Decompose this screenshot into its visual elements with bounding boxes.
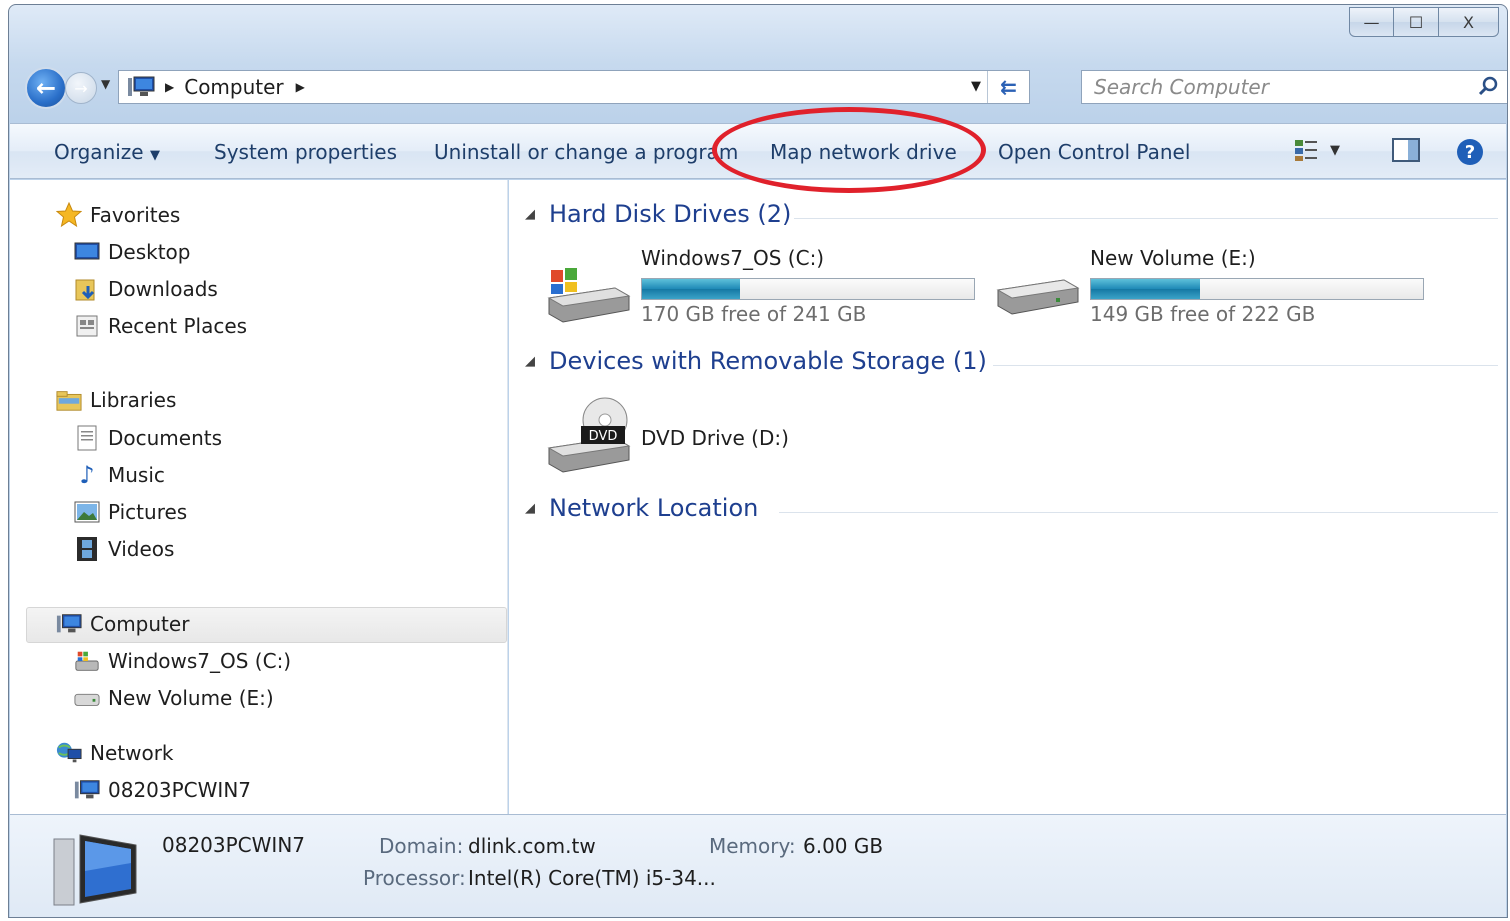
dvd-drive-icon: DVD: [547, 397, 631, 473]
dvd-badge: DVD: [589, 429, 618, 444]
chevron-down-icon: ▼: [1330, 142, 1340, 158]
collapse-triangle-icon: ◢: [525, 500, 535, 516]
sidebar-item-libraries[interactable]: Libraries: [56, 387, 176, 413]
breadcrumb-computer[interactable]: Computer: [184, 75, 283, 99]
computer-icon: [74, 777, 100, 803]
address-bar[interactable]: ▶ Computer ▶ ▼ ⇇: [118, 70, 1030, 104]
domain-label: Domain:: [379, 834, 464, 858]
group-header-network[interactable]: ◢ Network Location: [525, 494, 758, 522]
forward-button[interactable]: →: [65, 72, 97, 104]
memory-label: Memory:: [709, 834, 796, 858]
sidebar-item-network-pc[interactable]: 08203PCWIN7: [74, 777, 251, 803]
uninstall-program-button[interactable]: Uninstall or change a program: [434, 140, 738, 164]
dvd-drive-name: DVD Drive (D:): [641, 426, 789, 450]
preview-pane-button[interactable]: [1392, 138, 1420, 162]
group-divider: [993, 365, 1498, 366]
view-options-icon: [1295, 140, 1317, 161]
computer-icon: [127, 76, 157, 98]
libraries-icon: [56, 387, 82, 413]
change-view-button[interactable]: ▼: [1294, 138, 1340, 162]
close-button[interactable]: X: [1439, 7, 1499, 37]
domain-value: dlink.com.tw: [468, 834, 596, 858]
address-dropdown-icon[interactable]: ▼: [971, 79, 981, 94]
hard-drive-icon: [996, 279, 1080, 315]
drive-name: New Volume (E:): [1090, 246, 1256, 270]
details-pane: 08203PCWIN7 Domain: dlink.com.tw Memory:…: [10, 814, 1506, 917]
processor-value: Intel(R) Core(TM) i5-34...: [468, 866, 716, 890]
sidebar-item-recent-places[interactable]: Recent Places: [74, 313, 247, 339]
organize-button[interactable]: Organize ▼: [54, 140, 160, 164]
annotation-highlight-ring: [712, 107, 986, 193]
network-icon: [56, 740, 82, 766]
minimize-icon: —: [1363, 12, 1380, 32]
preview-pane-icon: [1392, 138, 1420, 162]
memory-value: 6.00 GB: [803, 834, 884, 858]
sidebar-item-downloads[interactable]: Downloads: [74, 276, 218, 302]
computer-icon: [56, 611, 82, 637]
open-control-panel-button[interactable]: Open Control Panel: [998, 140, 1190, 164]
search-input[interactable]: Search Computer: [1081, 70, 1507, 104]
back-arrow-icon: ←: [35, 74, 57, 102]
content-pane: ◢ Hard Disk Drives (2) Windows7_OS (C:) …: [509, 180, 1506, 814]
windows-drive-icon: [547, 268, 631, 323]
refresh-button[interactable]: ⇇: [987, 71, 1029, 103]
hard-drive-icon: [74, 685, 100, 711]
sidebar-item-pictures[interactable]: Pictures: [74, 499, 187, 525]
maximize-icon: ☐: [1408, 12, 1424, 32]
music-note-icon: ♪: [79, 461, 95, 489]
star-icon: [56, 202, 82, 228]
system-properties-button[interactable]: System properties: [214, 140, 397, 164]
forward-arrow-icon: →: [74, 78, 88, 98]
videos-icon: [74, 536, 100, 562]
search-placeholder: Search Computer: [1094, 75, 1269, 99]
collapse-triangle-icon: ◢: [525, 353, 535, 369]
drive-usage-bar: [1090, 278, 1424, 300]
collapse-triangle-icon: ◢: [525, 206, 535, 222]
recent-places-icon: [74, 313, 100, 339]
sidebar-item-drive-c[interactable]: Windows7_OS (C:): [74, 648, 291, 674]
downloads-folder-icon: [74, 276, 100, 302]
recent-pages-dropdown[interactable]: ▼: [101, 77, 110, 91]
navigation-row: ← → ▼ ▶ Computer ▶ ▼ ⇇ Search Computer: [21, 67, 1507, 109]
sidebar-item-favorites[interactable]: Favorites: [56, 202, 180, 228]
minimize-button[interactable]: —: [1349, 7, 1394, 37]
sidebar-item-documents[interactable]: Documents: [74, 425, 222, 451]
sidebar-item-computer[interactable]: Computer: [56, 611, 189, 637]
sidebar-item-desktop[interactable]: Desktop: [74, 239, 190, 265]
sidebar-item-network[interactable]: Network: [56, 740, 174, 766]
drive-name: Windows7_OS (C:): [641, 246, 825, 270]
breadcrumb-arrow-icon[interactable]: ▶: [296, 80, 305, 94]
computer-large-icon: [53, 834, 137, 906]
group-header-hard-disk[interactable]: ◢ Hard Disk Drives (2): [525, 200, 791, 228]
search-icon[interactable]: [1478, 75, 1500, 102]
breadcrumb-arrow-icon[interactable]: ▶: [165, 80, 174, 94]
back-button[interactable]: ←: [25, 67, 67, 109]
computer-name: 08203PCWIN7: [162, 833, 306, 857]
caption-buttons: — ☐ X: [1349, 7, 1499, 37]
group-divider: [794, 218, 1498, 219]
sidebar-item-music[interactable]: ♪ Music: [74, 461, 165, 489]
drive-tile-e[interactable]: New Volume (E:) 149 GB free of 222 GB: [994, 246, 1434, 326]
chevron-down-icon: ▼: [149, 148, 160, 163]
drive-usage-bar: [641, 278, 975, 300]
desktop-icon: [74, 239, 100, 265]
help-icon: ?: [1457, 139, 1483, 165]
group-divider: [779, 512, 1498, 513]
close-icon: X: [1463, 12, 1474, 32]
pictures-icon: [74, 499, 100, 525]
maximize-button[interactable]: ☐: [1394, 7, 1439, 37]
windows-drive-icon: [74, 648, 100, 674]
documents-icon: [74, 425, 100, 451]
dvd-drive-tile[interactable]: DVD DVD Drive (D:): [545, 394, 845, 484]
sidebar-item-drive-e[interactable]: New Volume (E:): [74, 685, 274, 711]
help-button[interactable]: ?: [1456, 138, 1484, 166]
group-header-removable[interactable]: ◢ Devices with Removable Storage (1): [525, 347, 987, 375]
drive-free-space: 170 GB free of 241 GB: [641, 302, 867, 326]
sidebar-item-videos[interactable]: Videos: [74, 536, 174, 562]
drive-tile-c[interactable]: Windows7_OS (C:) 170 GB free of 241 GB: [545, 246, 985, 326]
svg-text:?: ?: [1465, 142, 1475, 163]
processor-label: Processor:: [363, 866, 466, 890]
navigation-pane: Favorites Desktop Downloads Recent Place…: [10, 180, 508, 814]
drive-free-space: 149 GB free of 222 GB: [1090, 302, 1316, 326]
